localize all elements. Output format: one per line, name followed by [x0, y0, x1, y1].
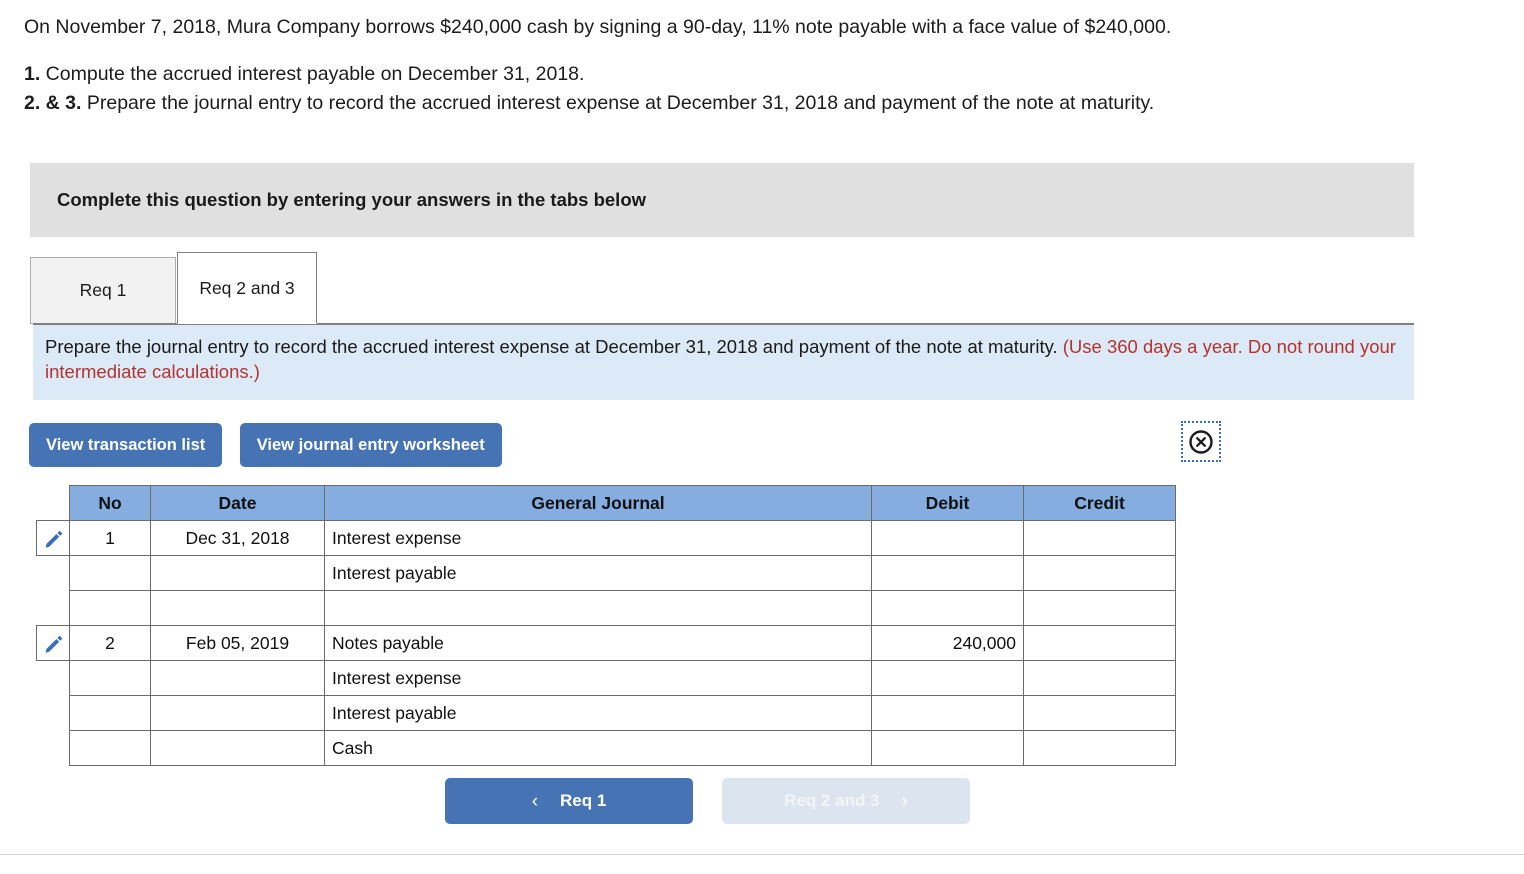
journal-entry-table: No Date General Journal Debit Credit 1 De… — [36, 485, 1176, 766]
table-row: Interest expense — [37, 660, 1176, 696]
cell-debit[interactable]: 240,000 — [871, 625, 1024, 661]
cell-general-journal[interactable]: Interest payable — [324, 555, 872, 591]
problem-statement-block: On November 7, 2018, Mura Company borrow… — [24, 12, 1424, 118]
tab-strip: Req 1 Req 2 and 3 — [30, 252, 1414, 324]
table-row: Interest payable — [37, 695, 1176, 731]
pencil-icon — [43, 632, 64, 653]
cell-credit[interactable] — [1023, 730, 1176, 766]
journal-entry-table-wrap: No Date General Journal Debit Credit 1 De… — [36, 485, 1176, 766]
requirement-instruction-text: Prepare the journal entry to record the … — [45, 334, 1400, 384]
edit-row-button[interactable] — [36, 520, 70, 556]
cell-no[interactable] — [69, 730, 151, 766]
cell-debit[interactable] — [871, 730, 1024, 766]
cell-debit[interactable] — [871, 520, 1024, 556]
tab-req-1-label: Req 1 — [79, 280, 127, 300]
column-header-date: Date — [150, 485, 325, 521]
requirement-1: 1. Compute the accrued interest payable … — [24, 60, 1424, 89]
edit-column-header-spacer — [37, 486, 70, 521]
instructions-banner-text: Complete this question by entering your … — [57, 189, 647, 210]
prev-requirement-button[interactable]: ‹ Req 1 — [445, 778, 693, 824]
cell-no[interactable] — [69, 590, 151, 626]
cell-credit[interactable] — [1023, 660, 1176, 696]
edit-column-spacer — [37, 591, 70, 626]
table-row: 2 Feb 05, 2019 Notes payable 240,000 — [36, 625, 1176, 661]
table-row: Cash — [37, 730, 1176, 766]
column-header-general-journal: General Journal — [324, 485, 872, 521]
journal-table-body: 1 Dec 31, 2018 Interest expense Interest pa… — [36, 520, 1176, 766]
tab-req-1[interactable]: Req 1 — [30, 257, 176, 324]
requirement-instruction-panel: Prepare the journal entry to record the … — [33, 323, 1414, 400]
journal-table-header: No Date General Journal Debit Credit — [37, 485, 1176, 521]
column-header-credit: Credit — [1023, 485, 1176, 521]
table-row — [37, 590, 1176, 626]
cell-date[interactable] — [150, 730, 325, 766]
cell-no[interactable] — [69, 555, 151, 591]
table-row: 1 Dec 31, 2018 Interest expense — [36, 520, 1176, 556]
chevron-right-icon: › — [901, 790, 908, 812]
view-journal-entry-worksheet-button[interactable]: View journal entry worksheet — [239, 423, 502, 467]
cell-date[interactable] — [150, 555, 325, 591]
problem-page: On November 7, 2018, Mura Company borrow… — [0, 0, 1524, 874]
tab-req-2-and-3[interactable]: Req 2 and 3 — [177, 252, 317, 324]
requirement-1-number: 1. — [24, 63, 41, 85]
cell-debit[interactable] — [871, 590, 1024, 626]
close-button[interactable] — [1181, 421, 1221, 462]
journal-table-header-row: No Date General Journal Debit Credit — [37, 485, 1176, 521]
cell-date[interactable] — [150, 695, 325, 731]
cell-date[interactable] — [150, 590, 325, 626]
cell-date[interactable]: Dec 31, 2018 — [150, 520, 325, 556]
tab-req-2-and-3-label: Req 2 and 3 — [199, 277, 295, 298]
view-transaction-list-button[interactable]: View transaction list — [29, 423, 223, 467]
edit-column-spacer — [37, 696, 70, 731]
edit-row-button[interactable] — [36, 625, 70, 661]
footer-divider — [0, 854, 1524, 855]
requirement-1-text: Compute the accrued interest payable on … — [40, 63, 585, 85]
cell-general-journal[interactable] — [324, 590, 872, 626]
close-circle-icon — [1188, 429, 1214, 455]
next-requirement-button[interactable]: Req 2 and 3 › — [722, 778, 970, 824]
cell-credit[interactable] — [1023, 695, 1176, 731]
column-header-no: No — [69, 485, 151, 521]
cell-debit[interactable] — [871, 555, 1024, 591]
cell-debit[interactable] — [871, 695, 1024, 731]
cell-credit[interactable] — [1023, 590, 1176, 626]
cell-credit[interactable] — [1023, 555, 1176, 591]
chevron-left-icon: ‹ — [531, 790, 539, 812]
action-button-row: View transaction list View journal entry… — [29, 423, 502, 467]
pencil-icon — [43, 527, 64, 548]
cell-general-journal[interactable]: Interest expense — [324, 520, 872, 556]
instructions-banner: Complete this question by entering your … — [30, 163, 1414, 237]
cell-date[interactable]: Feb 05, 2019 — [150, 625, 325, 661]
cell-no[interactable]: 1 — [69, 520, 151, 556]
cell-general-journal[interactable]: Interest payable — [324, 695, 872, 731]
cell-date[interactable] — [150, 660, 325, 696]
edit-column-spacer — [37, 556, 70, 591]
requirement-2-number: 2. & 3. — [24, 92, 82, 114]
next-requirement-label: Req 2 and 3 — [784, 791, 880, 810]
cell-general-journal[interactable]: Interest expense — [324, 660, 872, 696]
cell-debit[interactable] — [871, 660, 1024, 696]
cell-credit[interactable] — [1023, 520, 1176, 556]
cell-no[interactable] — [69, 695, 151, 731]
problem-statement: On November 7, 2018, Mura Company borrow… — [24, 16, 1172, 38]
column-header-debit: Debit — [871, 485, 1024, 521]
requirement-instruction-main: Prepare the journal entry to record the … — [45, 336, 1063, 357]
requirement-nav: ‹ Req 1 Req 2 and 3 › — [445, 778, 970, 824]
cell-credit[interactable] — [1023, 625, 1176, 661]
cell-no[interactable]: 2 — [69, 625, 151, 661]
prev-requirement-label: Req 1 — [560, 791, 607, 810]
cell-no[interactable] — [69, 660, 151, 696]
cell-general-journal[interactable]: Notes payable — [324, 625, 872, 661]
requirement-2-text: Prepare the journal entry to record the … — [81, 92, 1155, 114]
cell-general-journal[interactable]: Cash — [324, 730, 872, 766]
requirement-2: 2. & 3. Prepare the journal entry to rec… — [24, 89, 1424, 118]
table-row: Interest payable — [37, 555, 1176, 591]
edit-column-spacer — [37, 661, 70, 696]
edit-column-spacer — [37, 731, 70, 766]
